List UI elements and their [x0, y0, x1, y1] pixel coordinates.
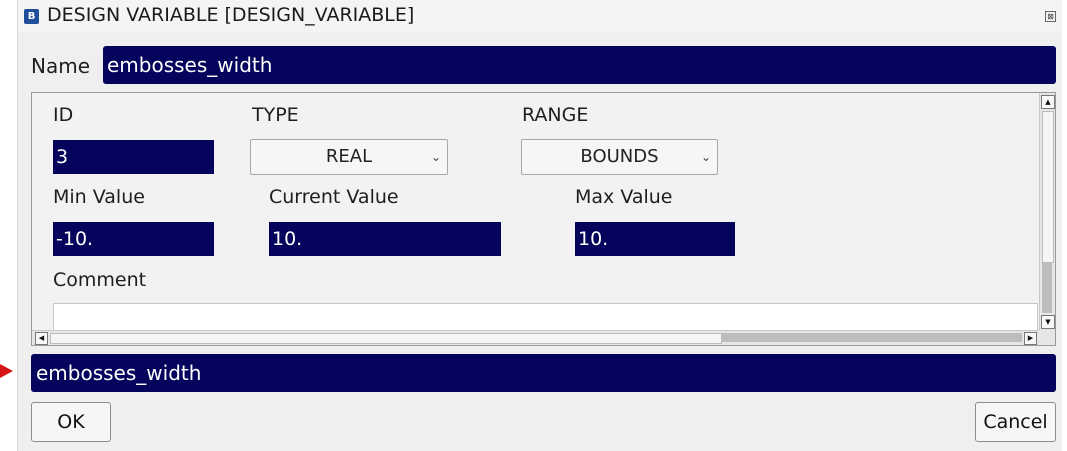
- id-label: ID: [53, 104, 74, 126]
- horizontal-scroll-thumb[interactable]: [50, 333, 722, 344]
- vertical-scroll-trough[interactable]: [1042, 263, 1052, 313]
- scroll-left-icon[interactable]: ◀: [35, 332, 48, 345]
- comment-label: Comment: [53, 269, 147, 291]
- dropdown-caret-icon: ⌄: [430, 150, 441, 164]
- name-field[interactable]: embosses_width: [103, 46, 1056, 84]
- vertical-scroll-thumb[interactable]: [1042, 111, 1054, 263]
- ok-button[interactable]: OK: [31, 402, 111, 442]
- cancel-button[interactable]: Cancel: [975, 402, 1056, 442]
- close-icon[interactable]: ⊠: [1045, 11, 1056, 22]
- window-title: DESIGN VARIABLE [DESIGN_VARIABLE]: [47, 4, 415, 26]
- pointer-arrow-icon: [0, 364, 13, 378]
- vertical-scrollbar[interactable]: ▲ ▼: [1039, 93, 1055, 331]
- horizontal-scroll-trough[interactable]: [722, 333, 1022, 342]
- app-logo-icon: B: [24, 9, 39, 24]
- type-dropdown-value: REAL: [325, 146, 373, 167]
- properties-panel: ID 3 TYPE REAL ⌄ RANGE BOUNDS ⌄ Min Valu…: [31, 92, 1056, 346]
- scrollbar-corner: [1039, 330, 1055, 345]
- comment-field[interactable]: [53, 303, 1038, 331]
- design-variable-dialog: B DESIGN VARIABLE [DESIGN_VARIABLE] ⊠ Na…: [17, 0, 1062, 451]
- scroll-right-icon[interactable]: ▶: [1024, 332, 1037, 345]
- current-value-field[interactable]: 10.: [269, 222, 501, 256]
- range-label: RANGE: [522, 104, 589, 126]
- properties-scroll-area: ID 3 TYPE REAL ⌄ RANGE BOUNDS ⌄ Min Valu…: [32, 93, 1040, 331]
- min-value-label: Min Value: [53, 186, 145, 208]
- dropdown-caret-icon: ⌄: [700, 150, 711, 164]
- min-value-field[interactable]: -10.: [53, 222, 214, 256]
- max-value-label: Max Value: [575, 186, 673, 208]
- horizontal-scrollbar[interactable]: ◀ ▶: [32, 330, 1040, 345]
- scroll-up-icon[interactable]: ▲: [1041, 95, 1055, 109]
- id-field[interactable]: 3: [53, 140, 214, 174]
- name-label: Name: [31, 54, 91, 78]
- scroll-down-icon[interactable]: ▼: [1041, 315, 1055, 329]
- current-value-label: Current Value: [269, 186, 399, 208]
- type-dropdown[interactable]: REAL ⌄: [250, 139, 448, 175]
- range-dropdown[interactable]: BOUNDS ⌄: [521, 139, 718, 175]
- status-line[interactable]: embosses_width: [31, 354, 1056, 392]
- max-value-field[interactable]: 10.: [575, 222, 735, 256]
- type-label: TYPE: [252, 104, 299, 126]
- title-bar: B DESIGN VARIABLE [DESIGN_VARIABLE] ⊠: [18, 0, 1062, 32]
- range-dropdown-value: BOUNDS: [580, 146, 659, 167]
